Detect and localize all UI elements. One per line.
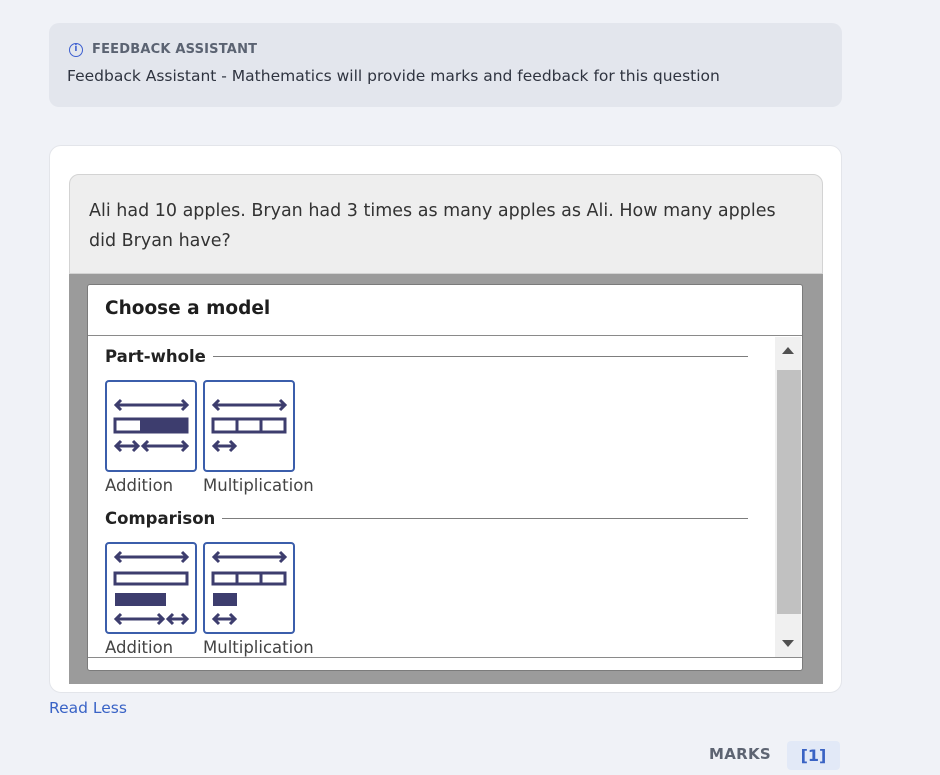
model-label-comparison-multiplication: Multiplication [203, 638, 314, 657]
model-list: Part-whole Addition Multiplication Compa… [88, 337, 802, 657]
model-label-part-whole-multiplication: Multiplication [203, 476, 314, 495]
model-label-part-whole-addition: Addition [105, 476, 174, 495]
scrollbar-thumb[interactable] [777, 370, 801, 614]
choose-model-dialog: Choose a model Part-whole Addition Multi… [87, 284, 803, 671]
vertical-scrollbar[interactable] [775, 337, 801, 657]
comparison-multiplication-icon[interactable] [203, 542, 295, 634]
section-heading-label: Part-whole [105, 347, 206, 366]
section-heading-part-whole: Part-whole [105, 347, 748, 366]
comparison-addition-icon[interactable] [105, 542, 197, 634]
part-whole-multiplication-icon[interactable] [203, 380, 295, 472]
feedback-assistant-banner: i FEEDBACK ASSISTANT Feedback Assistant … [49, 23, 842, 107]
section-divider [222, 518, 748, 519]
dialog-footer-divider [88, 657, 802, 658]
part-whole-addition-icon[interactable] [105, 380, 197, 472]
scroll-down-arrow-icon[interactable] [782, 640, 794, 647]
marks-label: MARKS [709, 745, 772, 763]
section-heading-label: Comparison [105, 509, 216, 528]
model-label-comparison-addition: Addition [105, 638, 174, 657]
scroll-up-arrow-icon[interactable] [782, 347, 794, 354]
marks-value-badge: [1] [787, 741, 840, 770]
feedback-assistant-title: FEEDBACK ASSISTANT [92, 42, 258, 57]
question-text: Ali had 10 apples. Bryan had 3 times as … [69, 174, 823, 274]
feedback-assistant-message: Feedback Assistant - Mathematics will pr… [67, 67, 720, 85]
info-icon: i [69, 42, 83, 57]
question-card: Ali had 10 apples. Bryan had 3 times as … [49, 145, 842, 693]
feedback-assistant-heading: i FEEDBACK ASSISTANT [69, 42, 257, 57]
section-divider [212, 356, 748, 357]
dialog-title: Choose a model [88, 285, 802, 336]
model-widget: Choose a model Part-whole Addition Multi… [69, 274, 823, 684]
section-heading-comparison: Comparison [105, 509, 748, 528]
read-less-link[interactable]: Read Less [49, 699, 127, 717]
